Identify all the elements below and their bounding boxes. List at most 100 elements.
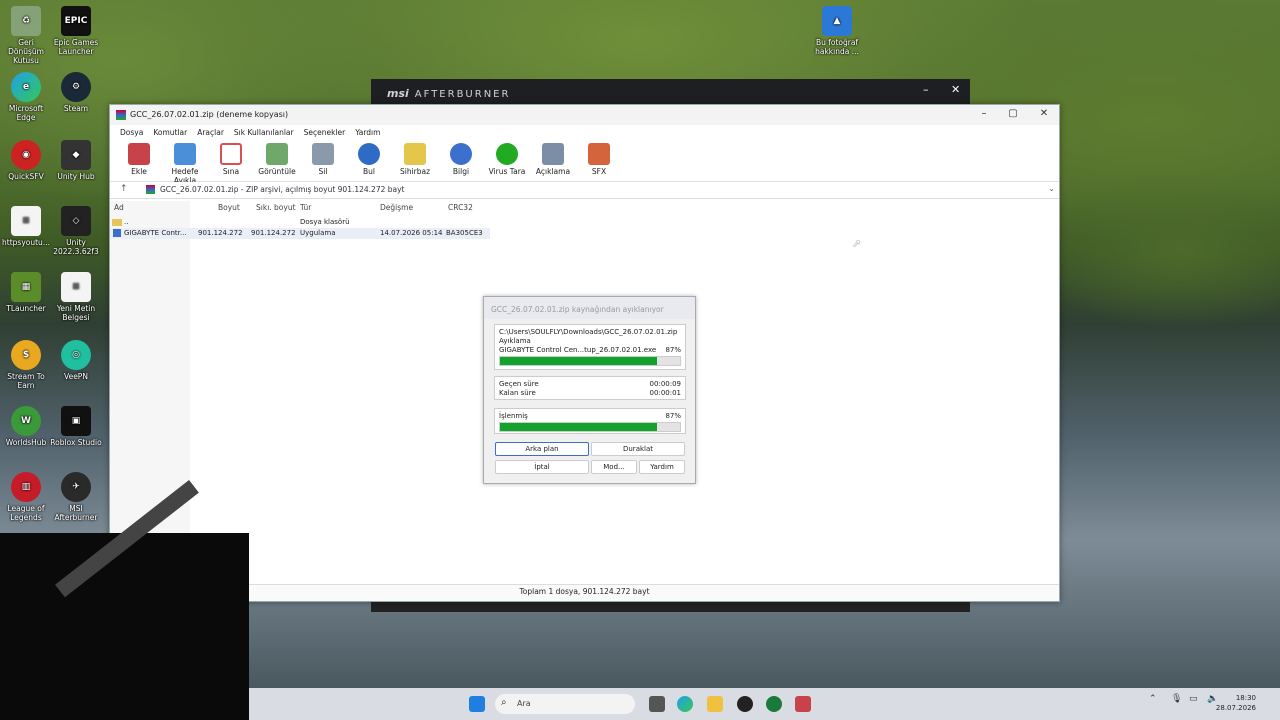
test-button[interactable]: Sına — [208, 139, 254, 181]
desktop-icon[interactable]: ▦ TLauncher — [0, 272, 52, 313]
taskbar-clock[interactable]: 18:30 28.07.2026 — [1216, 693, 1256, 713]
add-button[interactable]: Ekle — [116, 139, 162, 181]
unity-hub-icon: ◆ — [61, 140, 91, 170]
toolbar: Ekle Hedefe Ayıkla Sına Görüntüle Sil Bu… — [110, 139, 1059, 185]
cancel-button[interactable]: İptal — [495, 460, 589, 474]
desktop-icon[interactable]: ◆ Unity Hub — [50, 140, 102, 181]
column-type[interactable]: Tür — [300, 203, 311, 212]
help-button[interactable]: Yardım — [639, 460, 685, 474]
dialog-title[interactable]: GCC_26.07.02.01.zip kaynağından ayıklanı… — [484, 297, 695, 319]
add-archive-icon — [128, 143, 150, 165]
minimize-button[interactable]: – — [976, 108, 992, 119]
menu-sik-kullanilanlar[interactable]: Sık Kullanılanlar — [229, 125, 299, 139]
webcam-overlay — [0, 480, 249, 720]
chevron-down-icon[interactable]: ⌄ — [1048, 184, 1055, 193]
find-icon — [358, 143, 380, 165]
microphone-icon[interactable]: 🎙 — [1171, 694, 1182, 704]
column-size[interactable]: Boyut — [218, 203, 240, 212]
find-button[interactable]: Bul — [346, 139, 392, 181]
desktop-icon[interactable]: ▥ League of Legends — [0, 472, 52, 522]
desktop-icon[interactable]: ◇ Unity 2022.3.62f3 — [50, 206, 102, 256]
quicksfv-icon: ◉ — [11, 140, 41, 170]
task-view-icon[interactable] — [649, 696, 665, 712]
taskbar-search[interactable]: ⌕ Ara — [495, 694, 635, 714]
info-icon — [450, 143, 472, 165]
winrar-taskbar-icon[interactable] — [795, 696, 811, 712]
desktop-icon[interactable]: e Microsoft Edge — [0, 72, 52, 122]
column-modified[interactable]: Değişme — [380, 203, 413, 212]
time-panel: Geçen süre 00:00:09 Kalan süre 00:00:01 — [494, 376, 686, 400]
desktop-icon[interactable]: ⚙ Steam — [50, 72, 102, 113]
unity-icon: ◇ — [61, 206, 91, 236]
column-packed[interactable]: Sıkı. boyut — [256, 203, 296, 212]
test-icon — [220, 143, 242, 165]
chevron-up-icon[interactable]: ⌃ — [1149, 694, 1157, 704]
obs-icon[interactable] — [737, 696, 753, 712]
action-label: Ayıklama — [499, 337, 531, 345]
menu-araclar[interactable]: Araçlar — [192, 125, 229, 139]
text-document-icon: ≡ — [61, 272, 91, 302]
desktop-icon[interactable]: ✈ MSI Afterburner — [50, 472, 102, 522]
info-button[interactable]: Bilgi — [438, 139, 484, 181]
league-icon: ▥ — [11, 472, 41, 502]
comment-button[interactable]: Açıklama — [530, 139, 576, 181]
desktop-icon[interactable]: W WorldsHub — [0, 406, 52, 447]
desktop-icon[interactable]: ◉ QuickSFV — [0, 140, 52, 181]
desktop-icon[interactable]: ≡ httpsyoutu... — [0, 206, 52, 247]
menu-yardim[interactable]: Yardım — [350, 125, 385, 139]
edge-taskbar-icon[interactable] — [677, 696, 693, 712]
menu-bar: Dosya Komutlar Araçlar Sık Kullanılanlar… — [110, 125, 1059, 139]
close-button[interactable]: ✕ — [1036, 108, 1052, 119]
network-icon[interactable]: ▭ — [1189, 694, 1198, 704]
elapsed-value: 00:00:09 — [649, 380, 681, 388]
processed-label: İşlenmiş — [499, 412, 528, 420]
elapsed-label: Geçen süre — [499, 380, 539, 388]
sfx-icon — [588, 143, 610, 165]
menu-secenekler[interactable]: Seçenekler — [299, 125, 351, 139]
afterburner-window[interactable]: msi AFTERBURNER – ✕ — [371, 79, 970, 105]
progress-fill — [500, 357, 657, 365]
desktop-icon[interactable]: ▣ Roblox Studio — [50, 406, 102, 447]
afterburner-minimize-button[interactable]: – — [923, 83, 929, 96]
desktop-icon[interactable]: ≡ Yeni Metin Belgesi — [50, 272, 102, 322]
desktop-icon[interactable]: ▲ Bu fotoğraf hakkında ... — [810, 6, 864, 56]
extract-to-button[interactable]: Hedefe Ayıkla — [162, 139, 208, 185]
remaining-label: Kalan süre — [499, 389, 536, 397]
desktop-icon[interactable]: ♻ Geri Dönüşüm Kutusu — [0, 6, 52, 65]
delete-button[interactable]: Sil — [300, 139, 346, 181]
virus-scan-button[interactable]: Virus Tara — [484, 139, 530, 181]
title-bar[interactable]: GCC_26.07.02.01.zip (deneme kopyası) – ▢… — [110, 105, 1059, 125]
virus-scan-icon — [496, 143, 518, 165]
desktop-icon[interactable]: ◎ VeePN — [50, 340, 102, 381]
file-explorer-icon[interactable] — [707, 696, 723, 712]
edge-icon: e — [11, 72, 41, 102]
start-windows-icon[interactable] — [469, 696, 485, 712]
wizard-button[interactable]: Sihirbaz — [392, 139, 438, 181]
sfx-button[interactable]: SFX — [576, 139, 622, 181]
recycle-bin-icon: ♻ — [11, 6, 41, 36]
menu-dosya[interactable]: Dosya — [115, 125, 148, 139]
address-bar[interactable]: ↑ GCC_26.07.02.01.zip - ZIP arşivi, açıl… — [110, 182, 1059, 199]
table-row[interactable]: .. Dosya klasörü — [110, 217, 490, 228]
afterburner-close-button[interactable]: ✕ — [951, 83, 960, 96]
maximize-button[interactable]: ▢ — [1005, 108, 1021, 119]
menu-komutlar[interactable]: Komutlar — [148, 125, 192, 139]
table-row[interactable]: GIGABYTE Contr... 901.124.272 901.124.27… — [110, 228, 490, 239]
column-crc32[interactable]: CRC32 — [448, 203, 473, 212]
folder-icon — [112, 219, 122, 226]
desktop-icon[interactable]: EPIC Epic Games Launcher — [50, 6, 102, 56]
column-name[interactable]: Ad — [114, 203, 124, 212]
view-button[interactable]: Görüntüle — [254, 139, 300, 181]
wizard-icon — [404, 143, 426, 165]
background-button[interactable]: Arka plan — [495, 442, 589, 456]
up-arrow-icon[interactable]: ↑ — [120, 184, 128, 194]
taskbar: ⌕ Ara ⌃ 🎙 ▭ 🔈 18:30 28.07.2026 — [249, 688, 1280, 720]
desktop-icon[interactable]: $ Stream To Earn — [0, 340, 52, 390]
extraction-dialog: GCC_26.07.02.01.zip kaynağından ayıklanı… — [483, 296, 696, 484]
progress-fill — [500, 423, 657, 431]
mode-button[interactable]: Mod... — [591, 460, 637, 474]
xbox-icon[interactable] — [766, 696, 782, 712]
stream-to-earn-icon: $ — [11, 340, 41, 370]
veepn-icon: ◎ — [61, 340, 91, 370]
pause-button[interactable]: Duraklat — [591, 442, 685, 456]
